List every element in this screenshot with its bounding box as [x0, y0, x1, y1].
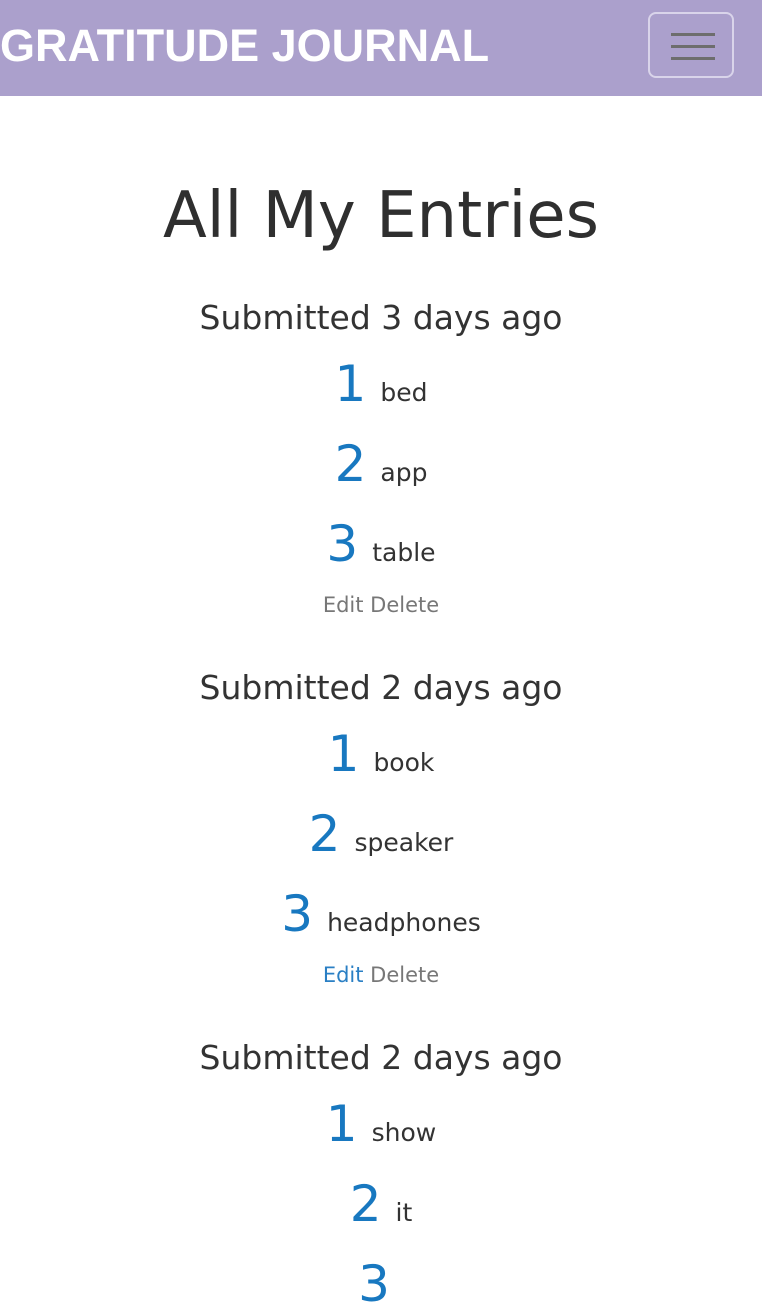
item-text: book	[373, 748, 435, 777]
item-text: app	[380, 458, 428, 487]
entry-item: 1 bed	[0, 355, 762, 413]
entry-item: 1 book	[0, 725, 762, 783]
brand-title[interactable]: GRATITUDE JOURNAL	[0, 18, 489, 74]
hamburger-menu-icon-bar	[671, 57, 715, 60]
entry-submitted-time: Submitted 3 days ago	[199, 298, 563, 337]
page-title: All My Entries	[162, 179, 600, 253]
item-number: 2	[308, 805, 341, 863]
item-number: 2	[334, 435, 367, 493]
edit-link[interactable]: Edit	[323, 593, 364, 617]
item-number: 3	[326, 515, 359, 573]
entry-item: 2 speaker	[0, 805, 762, 863]
item-text: it	[395, 1198, 413, 1227]
item-number: 1	[325, 1095, 358, 1153]
item-number: 2	[349, 1175, 382, 1233]
item-text: headphones	[327, 908, 481, 937]
item-number: 1	[327, 725, 360, 783]
entry-actions: Edit Delete	[0, 592, 762, 618]
delete-link[interactable]: Delete	[370, 963, 439, 987]
entry-submitted-time: Submitted 2 days ago	[199, 1038, 563, 1077]
entry-item: 2 app	[0, 435, 762, 493]
item-text: speaker	[354, 828, 454, 857]
item-text: table	[372, 538, 436, 567]
item-number: 3	[281, 885, 314, 943]
delete-link[interactable]: Delete	[370, 593, 439, 617]
entry-item: 3	[0, 1255, 762, 1313]
entry-item: 3 table	[0, 515, 762, 573]
entry-item: 2 it	[0, 1175, 762, 1233]
entry-submitted-time: Submitted 2 days ago	[199, 668, 563, 707]
navbar-toggler-button[interactable]	[648, 12, 734, 78]
item-text: bed	[380, 378, 428, 407]
hamburger-menu-icon-bar	[671, 45, 715, 48]
navbar: GRATITUDE JOURNAL	[0, 0, 762, 96]
item-text: show	[371, 1118, 437, 1147]
item-number: 1	[334, 355, 367, 413]
entry-item: 1 show	[0, 1095, 762, 1153]
hamburger-menu-icon	[671, 33, 715, 36]
edit-link[interactable]: Edit	[323, 963, 364, 987]
entry-actions: Edit Delete	[0, 962, 762, 988]
entry-item: 3 headphones	[0, 885, 762, 943]
item-number: 3	[358, 1255, 390, 1313]
